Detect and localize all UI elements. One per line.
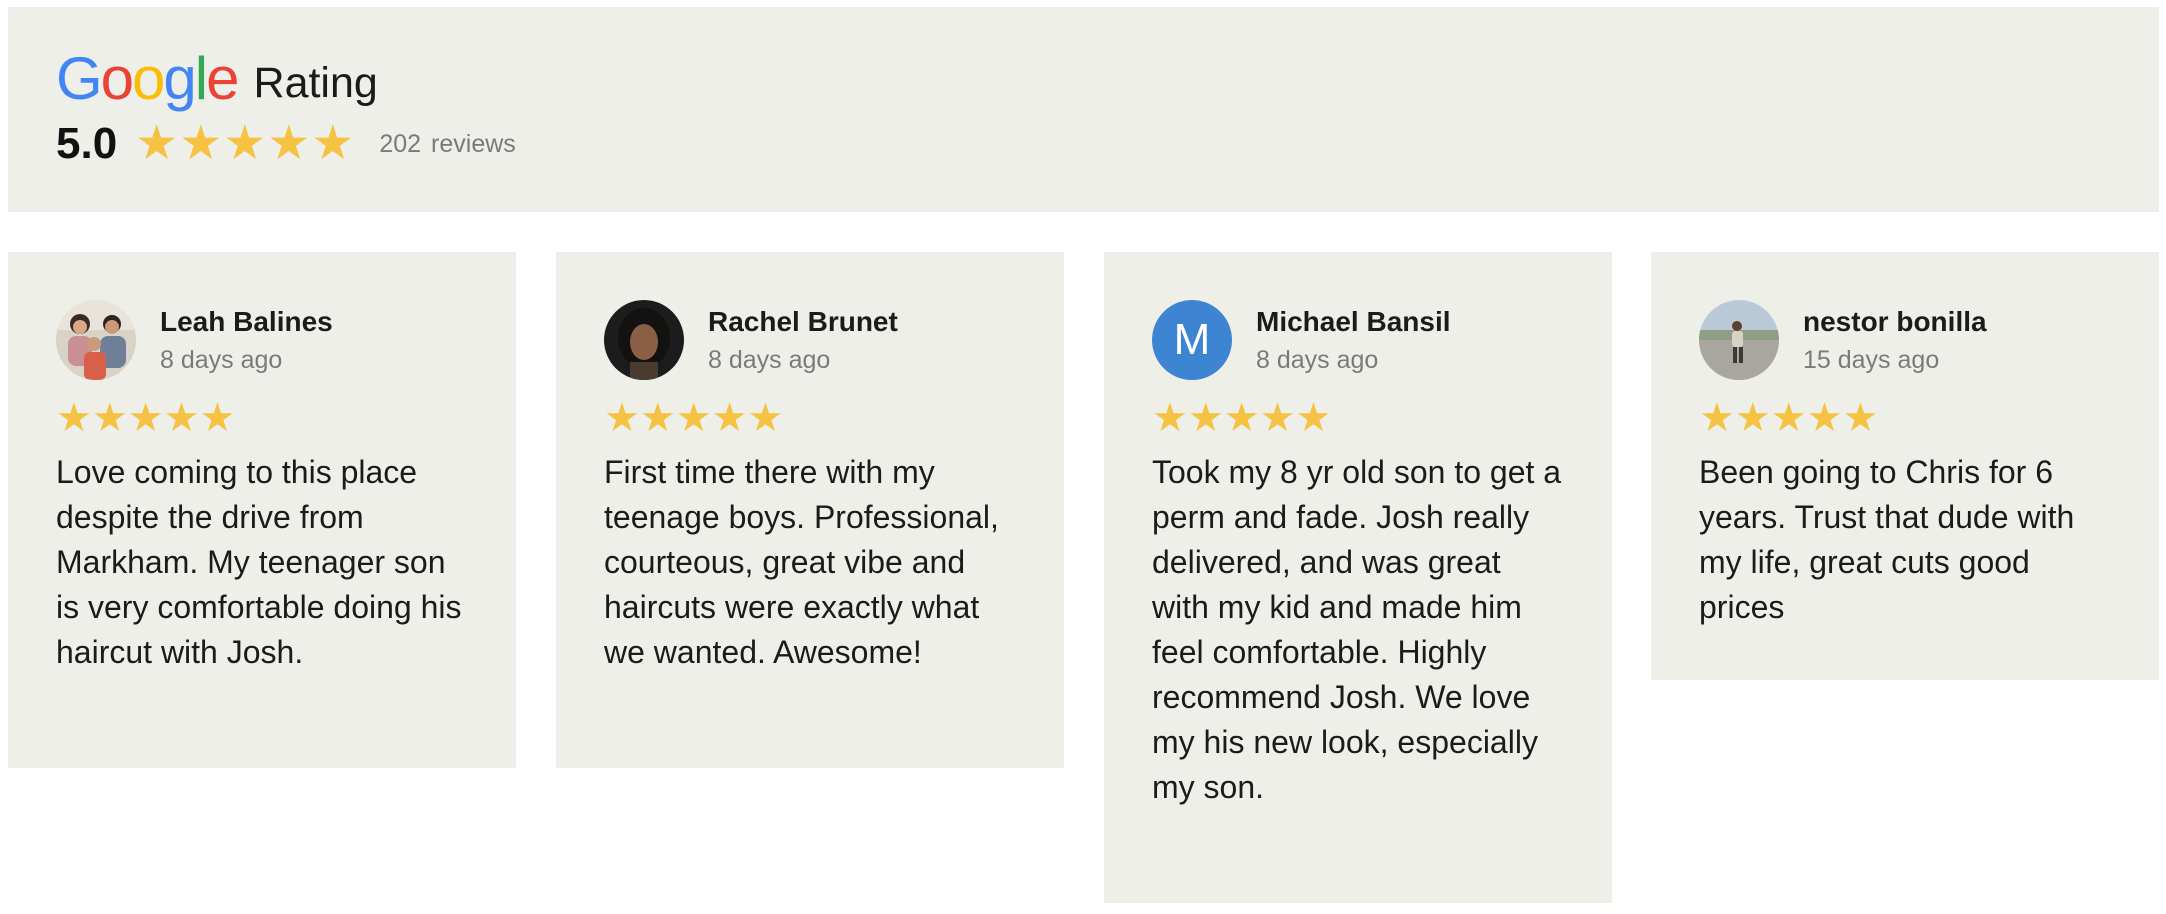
star-icon: ★	[1223, 396, 1260, 440]
portrait-photo-icon	[604, 300, 684, 380]
review-text: Love coming to this place despite the dr…	[56, 454, 462, 670]
review-date: 8 days ago	[708, 345, 831, 374]
star-icon: ★	[267, 117, 311, 170]
star-icon: ★	[1187, 396, 1224, 440]
star-icon: ★	[199, 396, 236, 440]
review-card: M Michael Bansil 8 days ago ★ ★ ★ ★ ★ Took m…	[1104, 252, 1612, 903]
rating-label: Rating	[253, 58, 378, 107]
reviewer-name[interactable]: Michael Bansil	[1256, 306, 1451, 338]
score-row: 5.0 ★ ★ ★ ★ ★ 202 reviews	[56, 119, 516, 169]
review-date: 15 days ago	[1803, 345, 1940, 374]
star-icon: ★	[1152, 396, 1188, 440]
reviewer-name[interactable]: nestor bonilla	[1803, 306, 1987, 338]
review-stars: ★ ★ ★ ★ ★	[604, 398, 783, 438]
star-icon: ★	[1699, 396, 1735, 440]
avatar-initial: M	[1173, 315, 1211, 364]
star-icon: ★	[639, 396, 676, 440]
review-text: Took my 8 yr old son to get a perm and f…	[1152, 454, 1562, 805]
star-icon: ★	[1806, 396, 1843, 440]
star-icon: ★	[56, 396, 92, 440]
review-stars: ★ ★ ★ ★ ★	[1152, 398, 1331, 438]
star-icon: ★	[179, 117, 223, 170]
star-icon: ★	[311, 117, 355, 170]
reviewer-avatar[interactable]	[56, 300, 136, 380]
review-card: Rachel Brunet 8 days ago ★ ★ ★ ★ ★ First tim…	[556, 252, 1064, 768]
star-icon: ★	[1734, 396, 1771, 440]
average-stars: ★ ★ ★ ★ ★	[135, 120, 355, 168]
star-icon: ★	[127, 396, 164, 440]
review-text: Been going to Chris for 6 years. Trust t…	[1699, 454, 2075, 625]
review-card: nestor bonilla 15 days ago ★ ★ ★ ★ ★ Been go…	[1651, 252, 2159, 680]
review-text: First time there with my teenage boys. P…	[604, 454, 999, 670]
outdoor-photo-icon	[1699, 300, 1779, 380]
average-score: 5.0	[56, 119, 118, 168]
review-card: Leah Balines 8 days ago ★ ★ ★ ★ ★ Love comin…	[8, 252, 516, 768]
family-photo-icon	[56, 300, 136, 380]
rating-summary-panel: G o o g l e Rating 5.0 ★ ★ ★ ★ ★ 202 reviews	[8, 7, 2159, 212]
review-date: 8 days ago	[1256, 345, 1379, 374]
star-icon: ★	[163, 396, 200, 440]
star-icon: ★	[604, 396, 640, 440]
review-stars: ★ ★ ★ ★ ★	[1699, 398, 1878, 438]
star-icon: ★	[747, 396, 784, 440]
reviewer-name[interactable]: Rachel Brunet	[708, 306, 898, 338]
star-icon: ★	[711, 396, 748, 440]
reviewer-avatar[interactable]: M	[1152, 300, 1232, 380]
star-icon: ★	[135, 117, 179, 170]
star-icon: ★	[1842, 396, 1879, 440]
reviewer-name[interactable]: Leah Balines	[160, 306, 333, 338]
google-logo: G o o g l e	[56, 45, 240, 112]
star-icon: ★	[1770, 396, 1807, 440]
star-icon: ★	[675, 396, 712, 440]
review-stars: ★ ★ ★ ★ ★	[56, 398, 235, 438]
review-date: 8 days ago	[160, 345, 283, 374]
brand-row: G o o g l e Rating	[56, 49, 378, 109]
star-icon: ★	[1259, 396, 1296, 440]
review-count[interactable]: 202 reviews	[379, 130, 515, 159]
reviewer-avatar[interactable]	[604, 300, 684, 380]
reviewer-avatar[interactable]	[1699, 300, 1779, 380]
star-icon: ★	[91, 396, 128, 440]
star-icon: ★	[223, 117, 267, 170]
star-icon: ★	[1295, 396, 1332, 440]
